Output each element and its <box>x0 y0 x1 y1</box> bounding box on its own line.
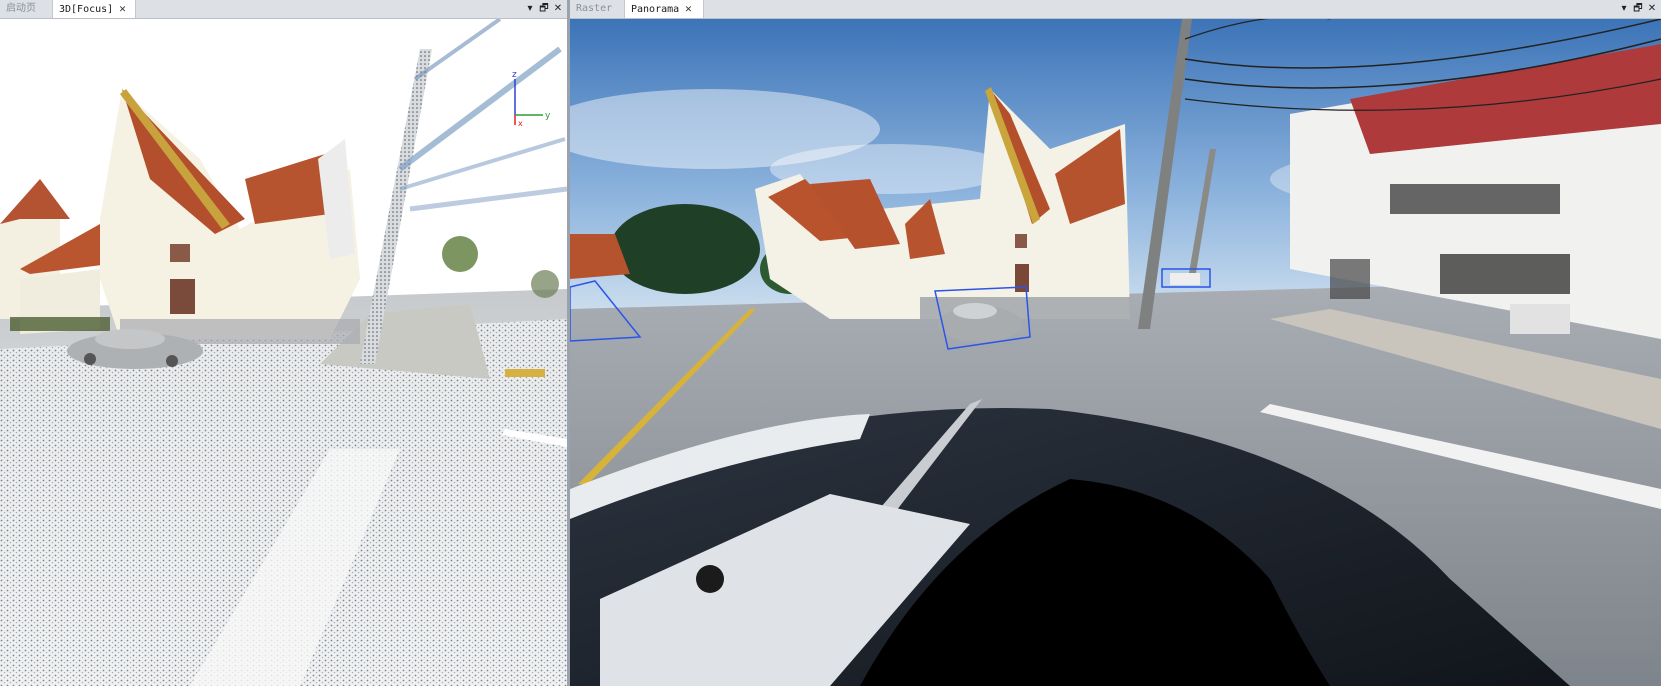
tab-label: Panorama <box>631 4 680 15</box>
chevron-down-icon[interactable]: ▾ <box>1617 0 1631 17</box>
left-window-controls: ▾ 🗗 ✕ <box>523 0 565 18</box>
door <box>1330 259 1370 299</box>
y-axis-label: y <box>545 111 551 121</box>
car-roof <box>953 303 997 319</box>
car-wheel <box>166 355 178 367</box>
tab-label: 3D[Focus] <box>59 4 114 15</box>
close-icon[interactable]: ✕ <box>551 0 565 17</box>
car-roof <box>95 329 165 349</box>
x-axis-label: x <box>518 119 523 127</box>
restore-icon[interactable]: 🗗 <box>1631 0 1645 17</box>
restore-icon[interactable]: 🗗 <box>537 0 551 17</box>
right-window-controls: ▾ 🗗 ✕ <box>1617 0 1659 18</box>
tab-label: Raster <box>576 3 613 14</box>
tree <box>610 204 760 294</box>
tab-raster[interactable]: Raster <box>570 0 622 18</box>
z-axis-label: z <box>512 70 517 80</box>
panorama-panel: Raster Panorama ✕ ▾ 🗗 ✕ <box>570 0 1661 686</box>
right-tab-bar: Raster Panorama ✕ ▾ 🗗 ✕ <box>570 0 1661 19</box>
bushes <box>10 317 110 331</box>
window <box>1015 234 1027 248</box>
window <box>170 244 190 262</box>
pickup-truck <box>1170 273 1200 285</box>
3d-view-panel: 启动页 3D[Focus] ✕ ▾ 🗗 ✕ z y x <box>0 0 567 686</box>
axis-gizmo[interactable]: z y x <box>505 67 555 127</box>
close-icon[interactable]: ✕ <box>119 0 126 17</box>
car-wheel <box>84 353 96 365</box>
tab-3d-focus[interactable]: 3D[Focus] ✕ <box>52 0 136 18</box>
left-tab-bar: 启动页 3D[Focus] ✕ ▾ 🗗 ✕ <box>0 0 567 19</box>
close-icon[interactable]: ✕ <box>1645 0 1659 17</box>
tab-panorama[interactable]: Panorama ✕ <box>624 0 704 18</box>
balcony-window <box>1390 184 1560 214</box>
close-icon[interactable]: ✕ <box>685 0 692 17</box>
yellow-marking <box>505 369 545 377</box>
tab-label: 启动页 <box>6 3 36 14</box>
point-cloud-viewport[interactable]: z y x <box>0 19 567 686</box>
ac-unit <box>1510 304 1570 334</box>
tree <box>531 270 559 298</box>
mount-hole <box>696 565 724 593</box>
tab-start-page[interactable]: 启动页 <box>0 0 48 18</box>
window <box>170 279 195 314</box>
panorama-viewport[interactable] <box>570 19 1661 686</box>
window <box>1440 254 1570 294</box>
chevron-down-icon[interactable]: ▾ <box>523 0 537 17</box>
tree <box>442 236 478 272</box>
